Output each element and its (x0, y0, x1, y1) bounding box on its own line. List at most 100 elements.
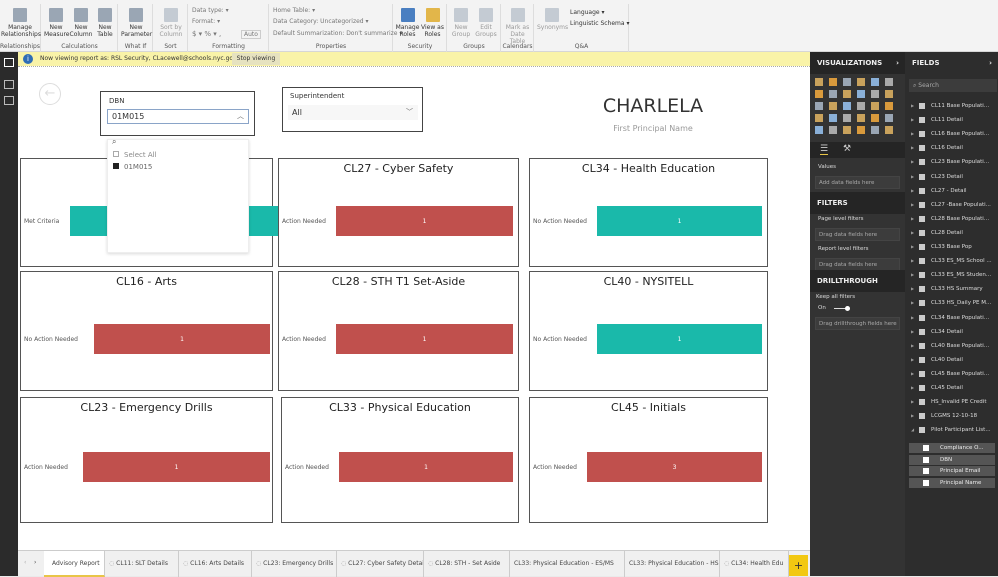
visual-type-icon[interactable] (829, 90, 837, 98)
visual-type-icon[interactable] (871, 102, 879, 110)
new-group-button[interactable]: New Group (449, 8, 473, 38)
field-table[interactable]: ▶ CL27 -Base Populati... (905, 198, 998, 212)
field-table[interactable]: ▶ CL16 Detail (905, 141, 998, 155)
expand-right-icon[interactable]: ▶ (911, 155, 914, 169)
checkbox[interactable] (923, 468, 929, 474)
option-01m015[interactable]: 01M015 (113, 163, 152, 171)
visual-type-icon[interactable] (871, 126, 879, 134)
visual-type-icon[interactable] (871, 78, 879, 86)
expand-right-icon[interactable]: ▶ (911, 395, 914, 409)
model-view-icon[interactable] (4, 96, 14, 105)
decimal-places-input[interactable]: Auto (241, 30, 261, 39)
expand-right-icon[interactable]: ▶ (911, 170, 914, 184)
page-tab[interactable]: ◌ CL27: Cyber Safety Details (337, 551, 424, 577)
expand-right-icon[interactable]: ▶ (911, 353, 914, 367)
visual-type-icon[interactable] (857, 114, 865, 122)
visual-type-icon[interactable] (815, 102, 823, 110)
checkbox[interactable] (923, 456, 929, 463)
field-table[interactable]: ▶ HS_Invalid PE Credit (905, 395, 998, 409)
expand-right-icon[interactable]: ▶ (911, 212, 914, 226)
visual-type-icon[interactable] (815, 90, 823, 98)
visual-type-icon[interactable] (815, 78, 823, 86)
card-visual[interactable]: CL27 - Cyber Safety Action Needed 1 (278, 158, 519, 267)
chevron-right-icon[interactable]: › (896, 52, 899, 74)
field-table[interactable]: ▶ CL45 Base Populati... (905, 367, 998, 381)
visual-type-icon[interactable] (885, 78, 893, 86)
dbn-dropdown[interactable]: 01M015 ︿ (107, 109, 249, 124)
expand-right-icon[interactable]: ▶ (911, 296, 914, 310)
visual-type-icon[interactable] (829, 126, 837, 134)
visual-type-icon[interactable] (829, 102, 837, 110)
expand-right-icon[interactable]: ▶ (911, 113, 914, 127)
field-item[interactable]: DBN (909, 454, 995, 465)
expand-right-icon[interactable]: ▶ (911, 240, 914, 254)
view-as-roles-button[interactable]: View as Roles (420, 8, 445, 38)
field-table[interactable]: ▶ CL40 Base Populati... (905, 339, 998, 353)
visual-type-icon[interactable] (885, 126, 893, 134)
format-paint-roller-icon[interactable]: ⚒ (843, 144, 851, 154)
visual-type-icon[interactable] (829, 114, 837, 122)
superintendent-dropdown[interactable]: All ﹀ (288, 105, 418, 120)
fields-tab-icon[interactable]: ☰ (820, 144, 829, 155)
expand-right-icon[interactable]: ▶ (911, 141, 914, 155)
field-table[interactable]: ▶ CL45 Detail (905, 381, 998, 395)
card-visual[interactable]: CL45 - Initials Action Needed 3 (529, 397, 768, 523)
visual-type-icon[interactable] (843, 102, 851, 110)
stop-viewing-button[interactable]: Stop viewing (232, 53, 280, 65)
chevron-right-icon[interactable]: › (989, 52, 992, 74)
checkbox[interactable] (923, 445, 929, 451)
visual-type-icon[interactable] (857, 126, 865, 134)
visual-type-icon[interactable] (843, 78, 851, 86)
expand-right-icon[interactable]: ▶ (911, 409, 914, 423)
page-tab[interactable]: Advisory Report (44, 551, 105, 577)
currency-format[interactable]: $ ▾ % ▾ , (192, 30, 221, 38)
expand-right-icon[interactable]: ▶ (911, 99, 914, 113)
expand-right-icon[interactable]: ▶ (911, 325, 914, 339)
page-tab[interactable]: ◌ CL16: Arts Details (179, 551, 252, 577)
page-tab[interactable]: ◌ CL11: SLT Details (105, 551, 179, 577)
search-icon[interactable]: ⌕ (112, 137, 116, 147)
option-select-all[interactable]: Select All (113, 151, 157, 159)
visual-type-icon[interactable] (871, 90, 879, 98)
expand-right-icon[interactable]: ▶ (911, 311, 914, 325)
scroll-right-icon[interactable]: › (34, 559, 36, 566)
field-table[interactable]: ▶ CL33 ES_MS School ... (905, 254, 998, 268)
field-table[interactable]: ▶ CL33 HS Summary (905, 282, 998, 296)
sort-by-column-button[interactable]: Sort by Column (156, 8, 186, 38)
page-tab[interactable]: CL33: Physical Education - HS (625, 551, 720, 577)
home-table-dropdown[interactable]: Home Table: ▾ (273, 7, 315, 14)
bar[interactable]: 1 (336, 324, 513, 354)
card-visual[interactable]: CL23 - Emergency Drills Action Needed 1 (20, 397, 273, 523)
add-page-button[interactable]: + (789, 555, 808, 576)
page-filters-well[interactable]: Drag data fields here (815, 228, 900, 241)
manage-relationships-button[interactable]: Manage Relationships (1, 8, 41, 38)
visual-type-icon[interactable] (885, 114, 893, 122)
checkbox[interactable] (923, 479, 929, 486)
visual-type-icon[interactable] (815, 126, 823, 134)
new-measure-button[interactable]: New Measure (44, 8, 70, 38)
visual-type-icon[interactable] (885, 102, 893, 110)
expand-down-icon[interactable]: ◢ (911, 423, 914, 437)
report-view-icon[interactable] (4, 58, 14, 67)
field-table[interactable]: ▶ CL23 Base Populati... (905, 155, 998, 169)
card-visual[interactable]: CL28 - STH T1 Set-Aside Action Needed 1 (278, 271, 519, 391)
field-table[interactable]: ▶ CL34 Base Populati... (905, 311, 998, 325)
visual-type-icon[interactable] (857, 78, 865, 86)
visual-type-icon[interactable] (871, 114, 879, 122)
field-table[interactable]: ▶ CL23 Detail (905, 170, 998, 184)
data-category-dropdown[interactable]: Data Category: Uncategorized ▾ (273, 18, 369, 25)
drillthrough-well[interactable]: Drag drillthrough fields here (815, 317, 900, 330)
field-table[interactable]: ▶ CL11 Base Populati... (905, 99, 998, 113)
field-table[interactable]: ◢ Pilot Participant List... (905, 423, 998, 437)
synonyms-button[interactable]: Synonyms (537, 8, 568, 31)
field-table[interactable]: ▶ CL33 ES_MS Studen... (905, 268, 998, 282)
field-table[interactable]: ▶ CL27 - Detail (905, 184, 998, 198)
edit-groups-button[interactable]: Edit Groups (474, 8, 498, 38)
bar[interactable]: 1 (94, 324, 270, 354)
page-tab[interactable]: CL33: Physical Education - ES/MS (510, 551, 625, 577)
field-table[interactable]: ▶ CL28 Base Populati... (905, 212, 998, 226)
card-visual[interactable]: CL16 - Arts No Action Needed 1 (20, 271, 273, 391)
bar[interactable]: 1 (597, 206, 762, 236)
field-item[interactable]: Principal Email (909, 466, 995, 476)
bar[interactable]: 3 (587, 452, 762, 482)
